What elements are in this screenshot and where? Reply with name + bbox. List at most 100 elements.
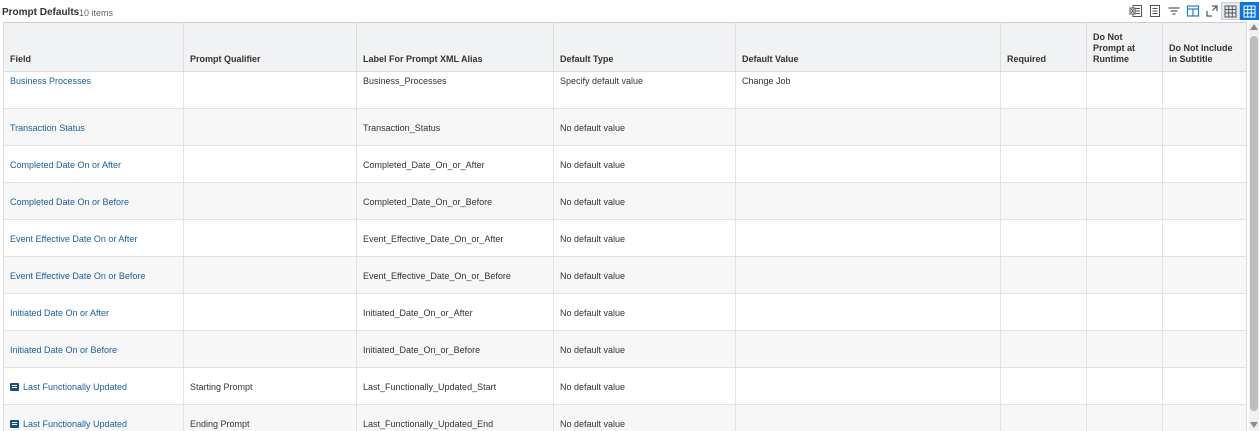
default-value-cell <box>736 146 1001 183</box>
do-not-prompt-cell <box>1087 109 1163 146</box>
do-not-include-subtitle-cell <box>1163 72 1248 109</box>
required-cell <box>1001 257 1087 294</box>
required-cell <box>1001 72 1087 109</box>
default-value-cell <box>736 109 1001 146</box>
prompt-qualifier-cell: Ending Prompt <box>184 405 357 431</box>
filter-icon[interactable] <box>1164 2 1183 20</box>
table-row: Last Functionally Updated Starting Promp… <box>4 368 1246 405</box>
default-type-cell: No default value <box>554 257 736 294</box>
required-cell <box>1001 331 1087 368</box>
do-not-prompt-cell <box>1087 368 1163 405</box>
default-type-cell: No default value <box>554 220 736 257</box>
do-not-include-subtitle-cell <box>1163 183 1248 220</box>
field-link[interactable]: Transaction Status <box>4 109 184 146</box>
table-row: Transaction Status Transaction_Status No… <box>4 109 1246 146</box>
table-row: Initiated Date On or Before Initiated_Da… <box>4 331 1246 368</box>
default-value-cell: Change Job <box>736 72 1001 109</box>
table-header-row: Field Prompt Qualifier Label For Prompt … <box>4 23 1246 72</box>
related-actions-icon[interactable] <box>10 382 19 391</box>
default-value-cell <box>736 405 1001 431</box>
scroll-down-arrow-icon[interactable] <box>1250 422 1258 428</box>
do-not-prompt-cell <box>1087 294 1163 331</box>
related-actions-icon[interactable] <box>10 419 19 428</box>
column-header-label-xml-alias[interactable]: Label For Prompt XML Alias <box>357 23 554 72</box>
export-excel-icon[interactable] <box>1126 2 1145 20</box>
column-header-default-type[interactable]: Default Type <box>554 23 736 72</box>
required-cell <box>1001 146 1087 183</box>
required-cell <box>1001 294 1087 331</box>
do-not-include-subtitle-cell <box>1163 146 1248 183</box>
required-cell <box>1001 368 1087 405</box>
column-header-default-value[interactable]: Default Value <box>736 23 1001 72</box>
xml-alias-cell: Completed_Date_On_or_After <box>357 146 554 183</box>
do-not-include-subtitle-cell <box>1163 294 1248 331</box>
prompt-qualifier-cell <box>184 294 357 331</box>
scroll-up-arrow-icon[interactable] <box>1250 24 1258 30</box>
prompt-qualifier-cell <box>184 257 357 294</box>
do-not-prompt-cell <box>1087 72 1163 109</box>
item-count: 10 items <box>79 8 114 18</box>
field-link[interactable]: Event Effective Date On or Before <box>4 257 184 294</box>
table-row: Completed Date On or After Completed_Dat… <box>4 146 1246 183</box>
prompt-qualifier-cell <box>184 109 357 146</box>
do-not-include-subtitle-cell <box>1163 368 1248 405</box>
default-value-cell <box>736 257 1001 294</box>
default-value-cell <box>736 220 1001 257</box>
field-link[interactable]: Initiated Date On or Before <box>4 331 184 368</box>
do-not-include-subtitle-cell <box>1163 405 1248 431</box>
table-row: Initiated Date On or After Initiated_Dat… <box>4 294 1246 331</box>
print-pdf-icon[interactable] <box>1145 2 1164 20</box>
column-header-do-not-prompt[interactable]: Do Not Prompt at Runtime <box>1087 23 1163 72</box>
prompt-qualifier-cell <box>184 72 357 109</box>
field-link[interactable]: Event Effective Date On or After <box>4 220 184 257</box>
field-link[interactable]: Last Functionally Updated <box>4 405 184 431</box>
default-type-cell: No default value <box>554 368 736 405</box>
do-not-prompt-cell <box>1087 257 1163 294</box>
xml-alias-cell: Event_Effective_Date_On_or_Before <box>357 257 554 294</box>
xml-alias-cell: Transaction_Status <box>357 109 554 146</box>
grid-title: Prompt Defaults <box>2 7 80 18</box>
field-link[interactable]: Completed Date On or Before <box>4 183 184 220</box>
prompt-qualifier-cell <box>184 146 357 183</box>
default-value-cell <box>736 331 1001 368</box>
table-view-icon[interactable] <box>1221 2 1240 20</box>
required-cell <box>1001 220 1087 257</box>
xml-alias-cell: Last_Functionally_Updated_End <box>357 405 554 431</box>
do-not-prompt-cell <box>1087 183 1163 220</box>
prompt-defaults-table: Field Prompt Qualifier Label For Prompt … <box>3 22 1247 431</box>
table-row: Event Effective Date On or Before Event_… <box>4 257 1246 294</box>
do-not-include-subtitle-cell <box>1163 331 1248 368</box>
column-chooser-icon[interactable] <box>1183 2 1202 20</box>
xml-alias-cell: Last_Functionally_Updated_Start <box>357 368 554 405</box>
field-link[interactable]: Business Processes <box>4 72 184 109</box>
field-link[interactable]: Initiated Date On or After <box>4 294 184 331</box>
grid-header: Prompt Defaults 10 items <box>0 0 1259 22</box>
do-not-include-subtitle-cell <box>1163 220 1248 257</box>
grid-toolbar <box>1126 2 1259 20</box>
do-not-prompt-cell <box>1087 220 1163 257</box>
default-type-cell: No default value <box>554 405 736 431</box>
required-cell <box>1001 405 1087 431</box>
prompt-qualifier-cell <box>184 183 357 220</box>
default-type-cell: No default value <box>554 146 736 183</box>
scrollbar-thumb[interactable] <box>1250 36 1258 411</box>
column-header-do-not-include-subtitle[interactable]: Do Not Include in Subtitle <box>1163 23 1248 72</box>
do-not-include-subtitle-cell <box>1163 109 1248 146</box>
prompt-qualifier-cell <box>184 331 357 368</box>
fullscreen-icon[interactable] <box>1202 2 1221 20</box>
xml-alias-cell: Business_Processes <box>357 72 554 109</box>
column-header-prompt-qualifier[interactable]: Prompt Qualifier <box>184 23 357 72</box>
table-row: Event Effective Date On or After Event_E… <box>4 220 1246 257</box>
xml-alias-cell: Event_Effective_Date_On_or_After <box>357 220 554 257</box>
default-value-cell <box>736 183 1001 220</box>
column-header-required[interactable]: Required <box>1001 23 1087 72</box>
field-link[interactable]: Last Functionally Updated <box>4 368 184 405</box>
do-not-include-subtitle-cell <box>1163 257 1248 294</box>
default-type-cell: No default value <box>554 109 736 146</box>
column-header-field[interactable]: Field <box>4 23 184 72</box>
field-link[interactable]: Completed Date On or After <box>4 146 184 183</box>
xml-alias-cell: Completed_Date_On_or_Before <box>357 183 554 220</box>
vertical-scrollbar[interactable] <box>1249 22 1259 431</box>
grid-view-icon[interactable] <box>1240 2 1259 20</box>
xml-alias-cell: Initiated_Date_On_or_After <box>357 294 554 331</box>
